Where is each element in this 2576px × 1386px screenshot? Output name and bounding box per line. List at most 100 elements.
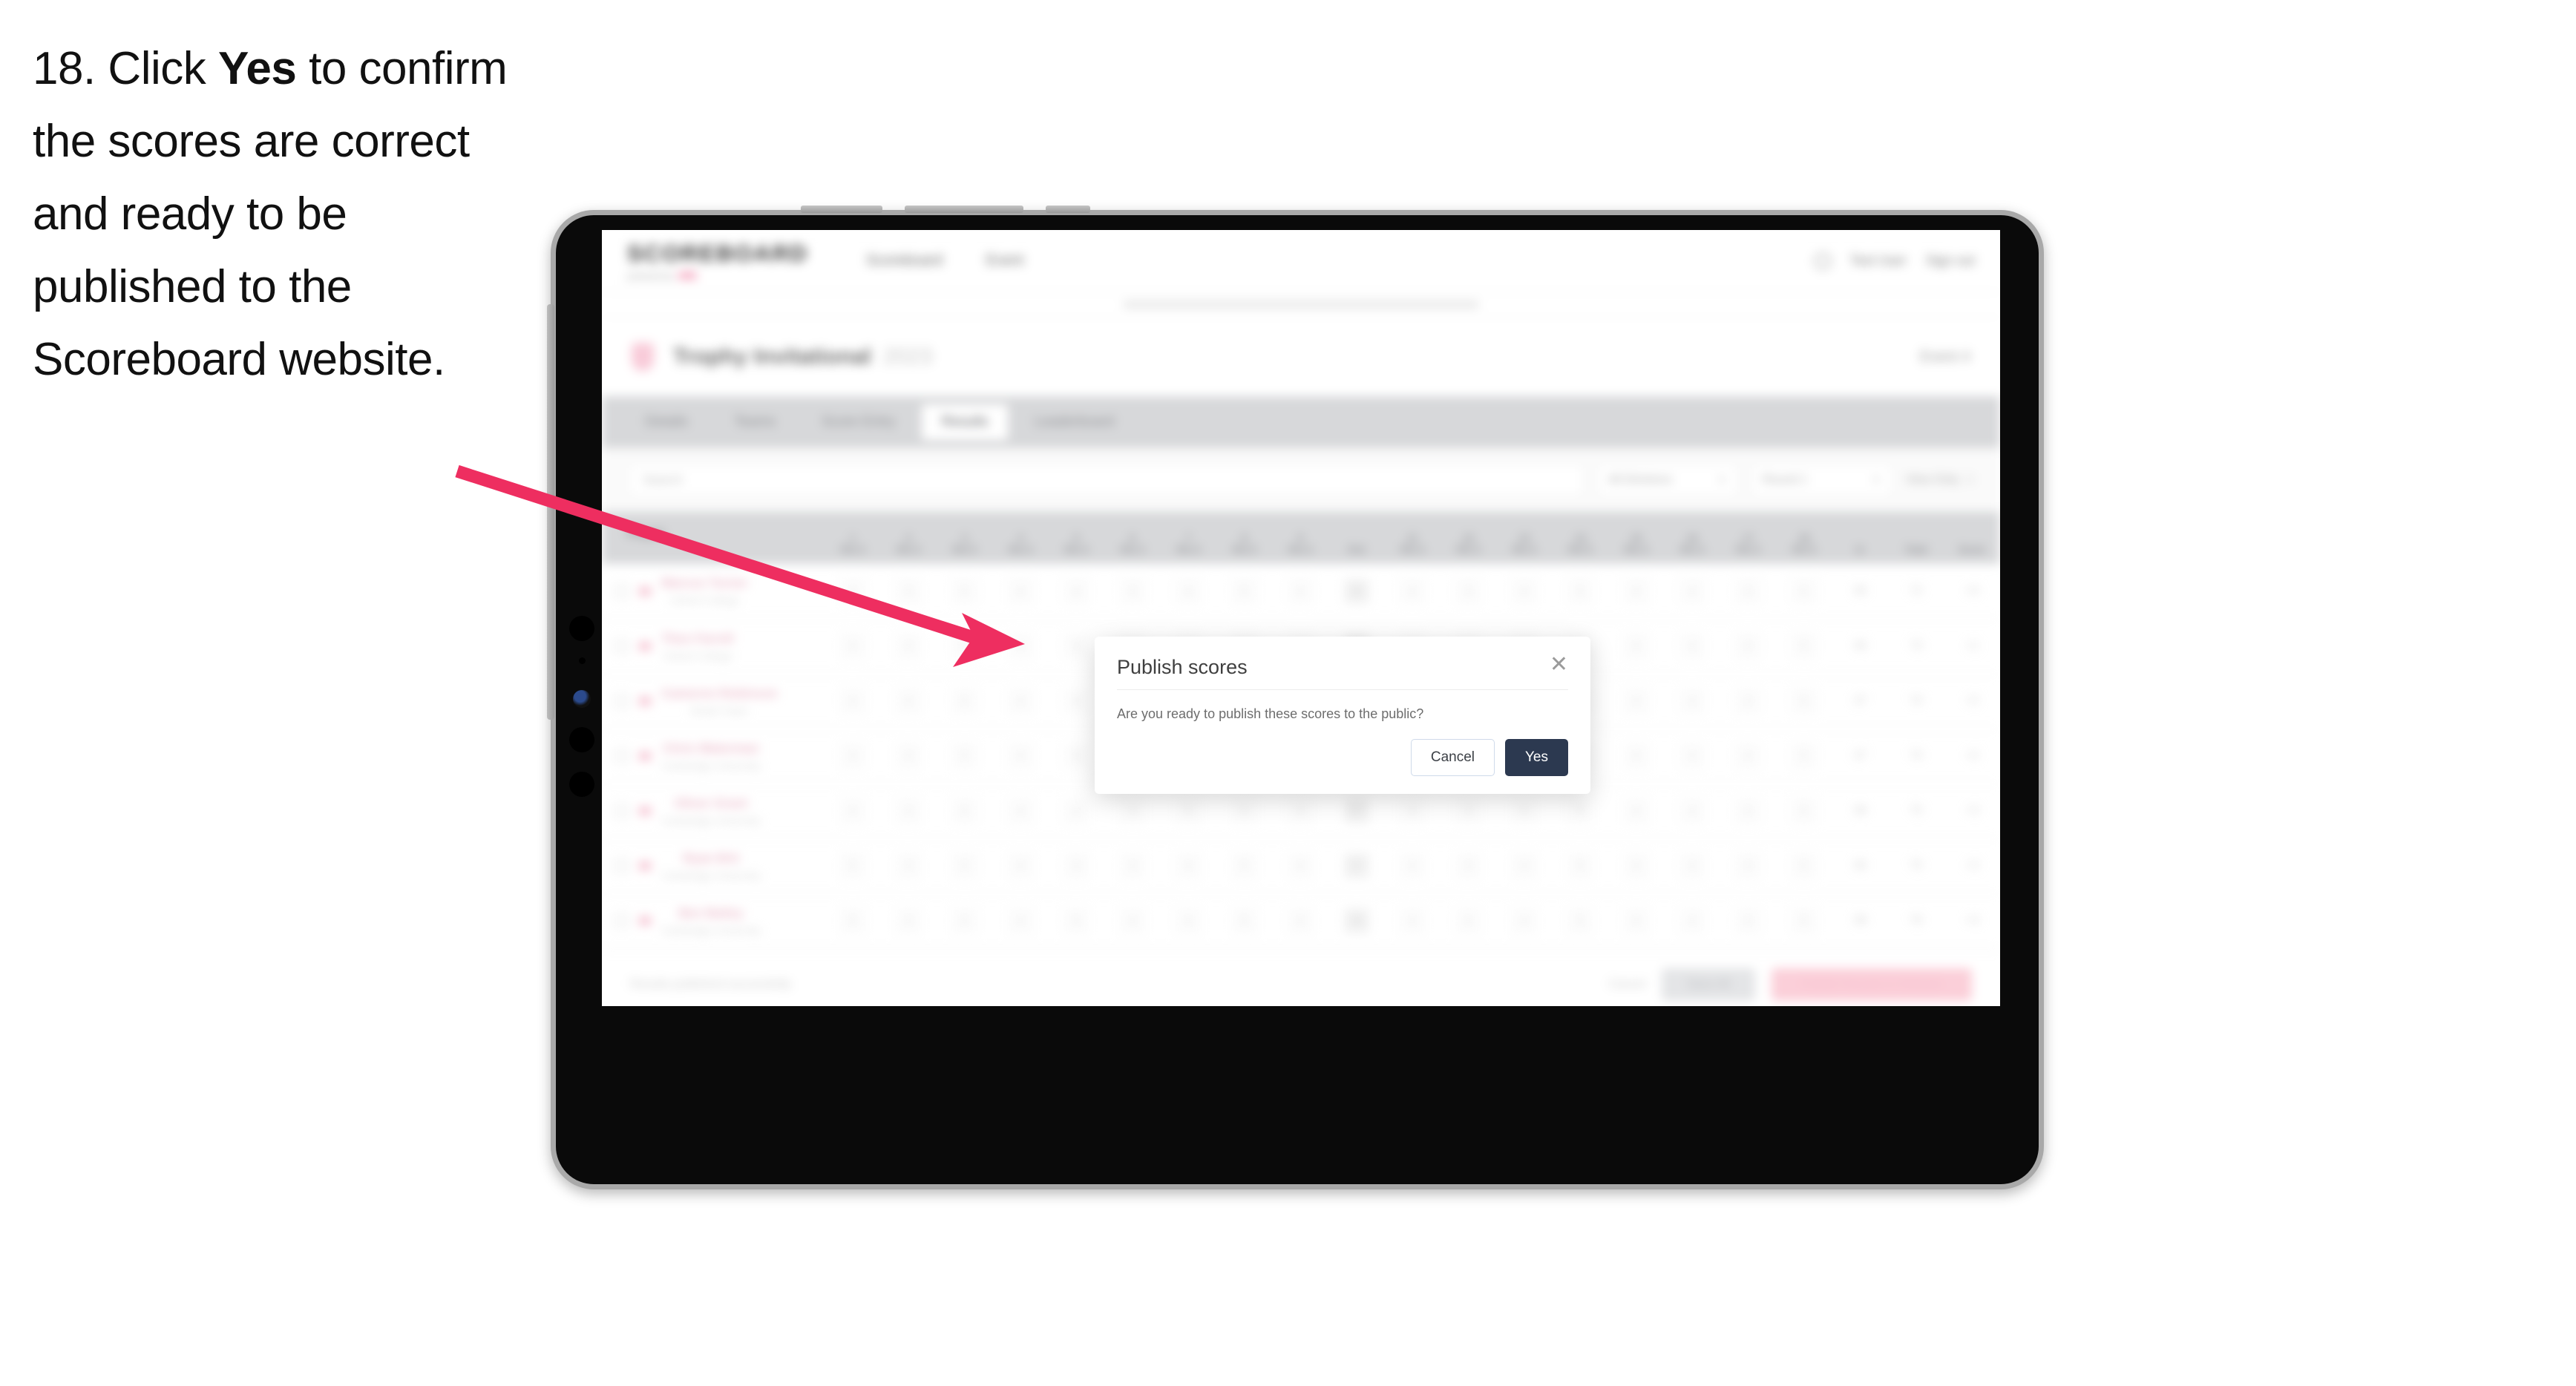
row-checkbox[interactable] (614, 639, 629, 654)
row-checkbox[interactable] (614, 694, 629, 709)
score-value: 4 (1511, 908, 1537, 933)
filter-bar: Search All Divisions ▼ Round 1 ▼ View On… (602, 448, 2000, 512)
table-row[interactable]: Marcus Turner Oxford College 4 3 5 4 4 3 4 5 4 36 4 3… (602, 564, 2000, 620)
app-logo[interactable]: SCOREBOARD powered by HPE (627, 240, 808, 281)
user-name-label: Test User (1849, 253, 1907, 268)
tab-results[interactable]: Results (922, 404, 1008, 440)
score-cell: 4 (992, 564, 1049, 620)
tab-teams[interactable]: Teams (715, 404, 795, 440)
score-cell: 4 (880, 674, 937, 729)
score-cell: 4 (1664, 893, 1720, 949)
score-cell: 4 (1607, 893, 1665, 949)
nav-item-event[interactable]: Event (986, 252, 1023, 269)
footer-cancel-button[interactable]: Cancel (1608, 978, 1645, 991)
score-cell: 3 (1720, 838, 1777, 894)
chevron-down-icon: ▼ (1717, 474, 1727, 485)
score-cell: 4 (1272, 893, 1328, 949)
th-hole: 3 Par 5 (936, 512, 993, 564)
score-cell: 5 (1776, 564, 1832, 620)
total-cell: 76 (1888, 893, 1944, 949)
score-cell: 4 (1496, 893, 1553, 949)
score-cell: 4 (1664, 564, 1720, 620)
score-cell: 3 (1104, 564, 1161, 620)
table-row[interactable]: Ryan Brit Cambridge University 5 3 5 4 4 3 4 5 4 37… (602, 838, 2000, 894)
score-cell-total: +4 (1944, 893, 2000, 949)
score-value: 4 (1176, 578, 1202, 604)
row-checkbox[interactable] (614, 858, 629, 873)
search-input[interactable]: Search (629, 463, 1584, 496)
score-value: 4 (839, 743, 865, 769)
flag-icon (639, 697, 651, 706)
row-checkbox[interactable] (614, 913, 629, 928)
score-value: 5 (1176, 798, 1202, 824)
score-cell: 4 (992, 784, 1049, 839)
division-select[interactable]: All Divisions ▼ (1596, 463, 1738, 496)
score-value: 3 (1735, 689, 1761, 714)
publish-scores-dialog: Publish scores ✕ Are you ready to publis… (1095, 637, 1590, 794)
score-value: 3 (1735, 853, 1761, 878)
player-cell: Theo Farrell Oxford College (602, 619, 825, 674)
trophy-icon (632, 343, 654, 371)
tab-details[interactable]: Details (626, 404, 707, 440)
score-cell: 3 (880, 619, 937, 674)
score-cell: 5 (1776, 674, 1832, 729)
footer-status-note: Results published successfully (630, 978, 791, 991)
score-value: 4 (1511, 853, 1537, 878)
score-value: 5 (1567, 798, 1593, 824)
score-value: 5 (1063, 908, 1089, 933)
table-row[interactable]: Ben Bailey Cambridge University 5 3 5 4 5 4 4 5 4 3… (602, 893, 2000, 949)
score-value: 4 (1679, 743, 1705, 769)
th-hole: 15 Par 4 (1607, 512, 1665, 564)
score-cell: 5 (825, 838, 881, 894)
th-hole: 16 Par 4 (1664, 512, 1720, 564)
in-cell: 37 (1832, 674, 1889, 729)
dialog-title: Publish scores (1117, 656, 1248, 678)
score-value: 5 (1231, 798, 1257, 824)
score-cell: 5 (825, 893, 881, 949)
score-cell: 4 (992, 674, 1049, 729)
th-hole: 9 Par 4 (1272, 512, 1328, 564)
tab-leaderboard[interactable]: Leaderboard (1015, 404, 1134, 440)
row-checkbox[interactable] (614, 749, 629, 763)
device-top-rail-left (801, 206, 882, 213)
page-root: 18. Click Yes to confirm the scores are … (0, 0, 2576, 1386)
total-cell: 74 (1888, 729, 1944, 784)
score-cell: 4 (825, 784, 881, 839)
player-team: Oxford College (662, 649, 733, 662)
cancel-button[interactable]: Cancel (1410, 739, 1495, 776)
player-name: Chris Waterman (663, 740, 759, 755)
footer-save-button[interactable]: Save All (1662, 968, 1755, 1001)
score-value: 5 (839, 853, 865, 878)
round-select[interactable]: Round 1 ▼ (1751, 463, 1892, 496)
app-header: SCOREBOARD powered by HPE Scoreboard Eve… (602, 230, 2000, 292)
sign-out-link[interactable]: Sign out (1926, 253, 1975, 269)
row-checkbox[interactable] (614, 804, 629, 818)
score-value: 4 (1288, 853, 1314, 878)
score-value: 4 (1063, 853, 1089, 878)
score-cell: 4 (1664, 674, 1720, 729)
instruction-text-before: Click (95, 43, 218, 94)
scoreboard-app: SCOREBOARD powered by HPE Scoreboard Eve… (602, 230, 2000, 1006)
score-value: 4 (1063, 578, 1089, 604)
score-cell: 5 (936, 729, 993, 784)
player-team: Cambridge University (661, 814, 761, 827)
view-only-toggle[interactable]: View Only □ (1906, 473, 1973, 487)
score-cell: 5 (936, 619, 993, 674)
player-cell: Cameron Robinson Bristol Team (602, 674, 825, 729)
close-icon[interactable]: ✕ (1550, 654, 1568, 676)
round-select-value: Round 1 (1762, 473, 1808, 486)
score-value: 4 (1623, 689, 1649, 714)
total-cell: 73 (1888, 619, 1944, 674)
footer-publish-button[interactable]: Publish Results to Website (1771, 968, 1972, 1001)
score-value: 4 (1007, 634, 1033, 659)
score-cell: 4 (1272, 838, 1328, 894)
score-value: 4 (1455, 908, 1481, 933)
nav-item-scoreboard[interactable]: Scoreboard (866, 252, 943, 269)
yes-button[interactable]: Yes (1505, 739, 1568, 776)
row-checkbox[interactable] (614, 583, 629, 599)
score-value: 5 (1791, 634, 1817, 659)
dialog-message: Are you ready to publish these scores to… (1117, 706, 1424, 721)
score-cell-total: +1 (1944, 619, 2000, 674)
score-value: 4 (1399, 578, 1425, 604)
tab-score-entry[interactable]: Score Entry (802, 404, 914, 440)
